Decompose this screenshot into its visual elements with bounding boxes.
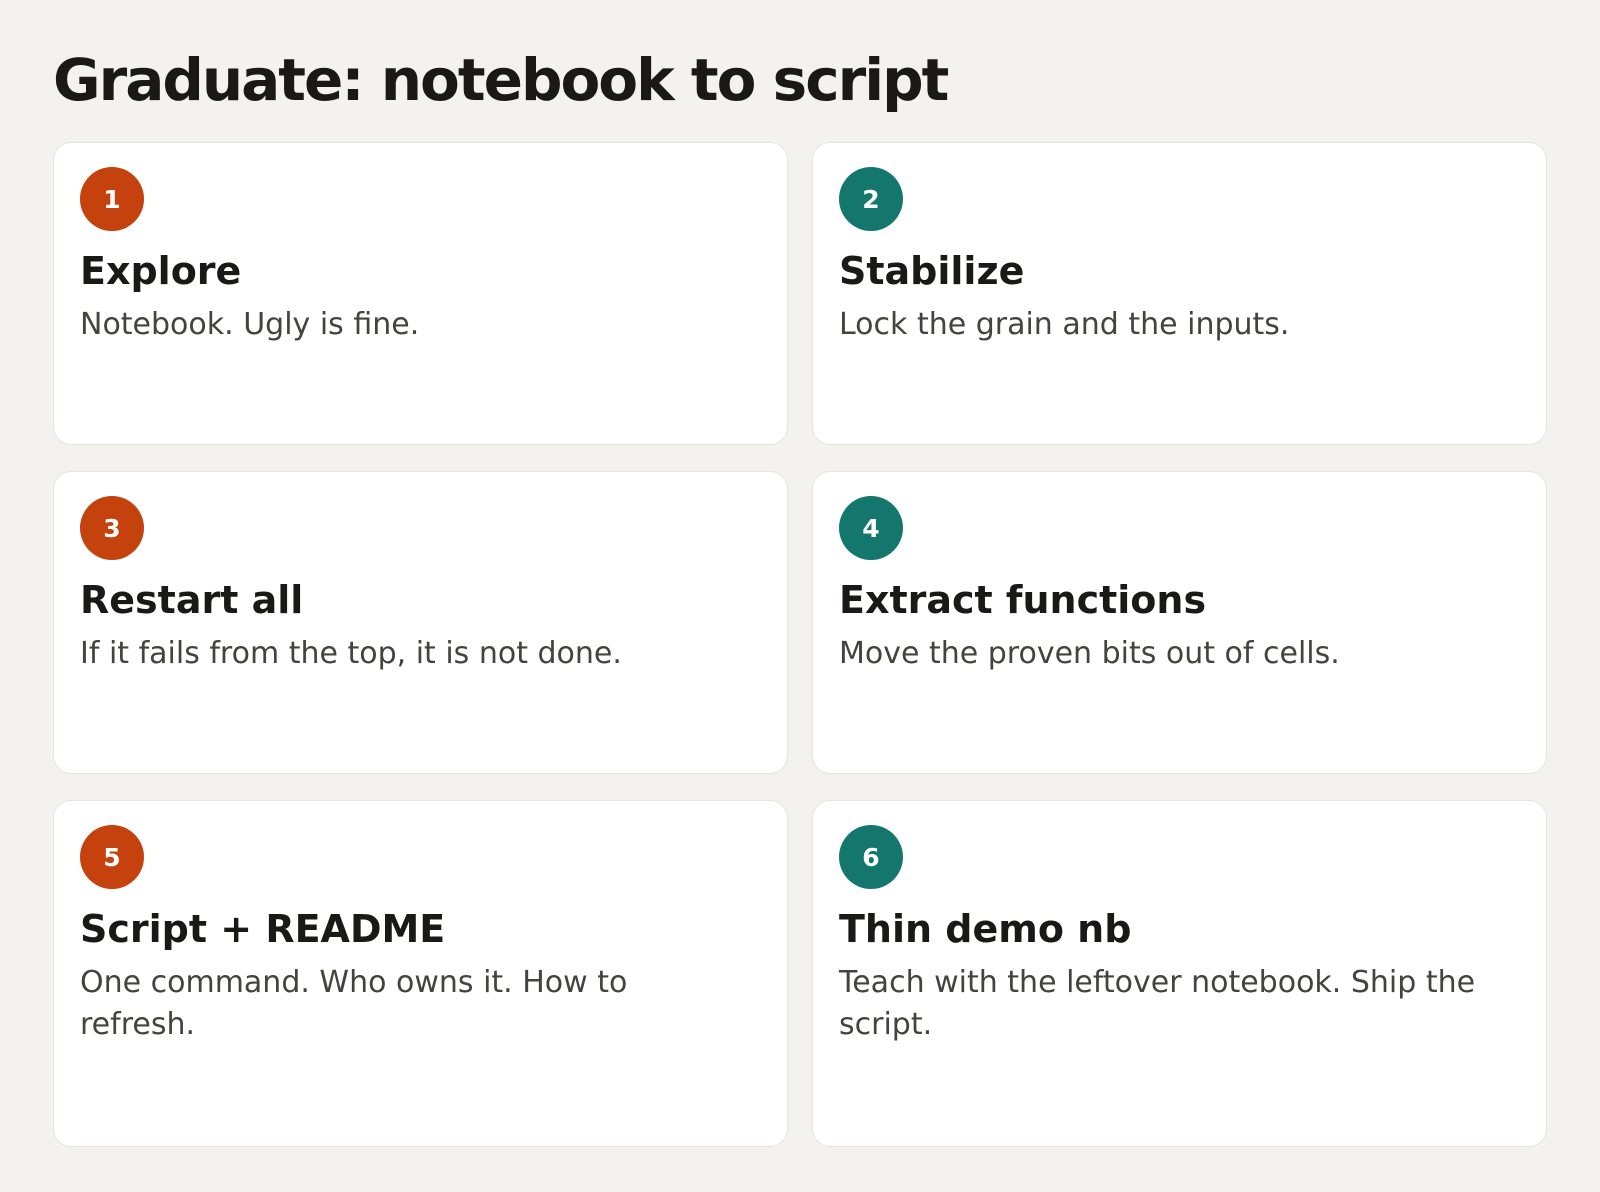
step-card-2: 2 Stabilize Lock the grain and the input…: [812, 142, 1547, 445]
step-description: If it fails from the top, it is not done…: [80, 636, 622, 671]
step-title: Restart all: [80, 578, 304, 622]
step-card-3: 3 Restart all If it fails from the top, …: [53, 471, 788, 774]
step-card-6: 6 Thin demo nb Teach with the leftover n…: [812, 800, 1547, 1147]
step-description: Teach with the leftover notebook. Ship t…: [839, 965, 1476, 1042]
step-card-5: 5 Script + README One command. Who owns …: [53, 800, 788, 1147]
step-card-4: 4 Extract functions Move the proven bits…: [812, 471, 1547, 774]
step-description: Lock the grain and the inputs.: [839, 307, 1290, 342]
step-number-badge: 2: [839, 167, 903, 231]
step-number-badge: 3: [80, 496, 144, 560]
step-number-badge: 4: [839, 496, 903, 560]
step-number-badge: 1: [80, 167, 144, 231]
step-card-1: 1 Explore Notebook. Ugly is fine.: [53, 142, 788, 445]
step-title: Stabilize: [839, 249, 1025, 293]
page-title: Graduate: notebook to script: [53, 46, 949, 114]
step-description: One command. Who owns it. How to refresh…: [80, 965, 628, 1042]
step-title: Explore: [80, 249, 242, 293]
step-description: Notebook. Ugly is fine.: [80, 307, 420, 342]
step-title: Script + README: [80, 907, 446, 951]
step-number-badge: 5: [80, 825, 144, 889]
step-description: Move the proven bits out of cells.: [839, 636, 1340, 671]
steps-grid: 1 Explore Notebook. Ugly is fine. 2 Stab…: [53, 142, 1547, 1147]
step-number-badge: 6: [839, 825, 903, 889]
step-title: Thin demo nb: [839, 907, 1132, 951]
step-title: Extract functions: [839, 578, 1207, 622]
